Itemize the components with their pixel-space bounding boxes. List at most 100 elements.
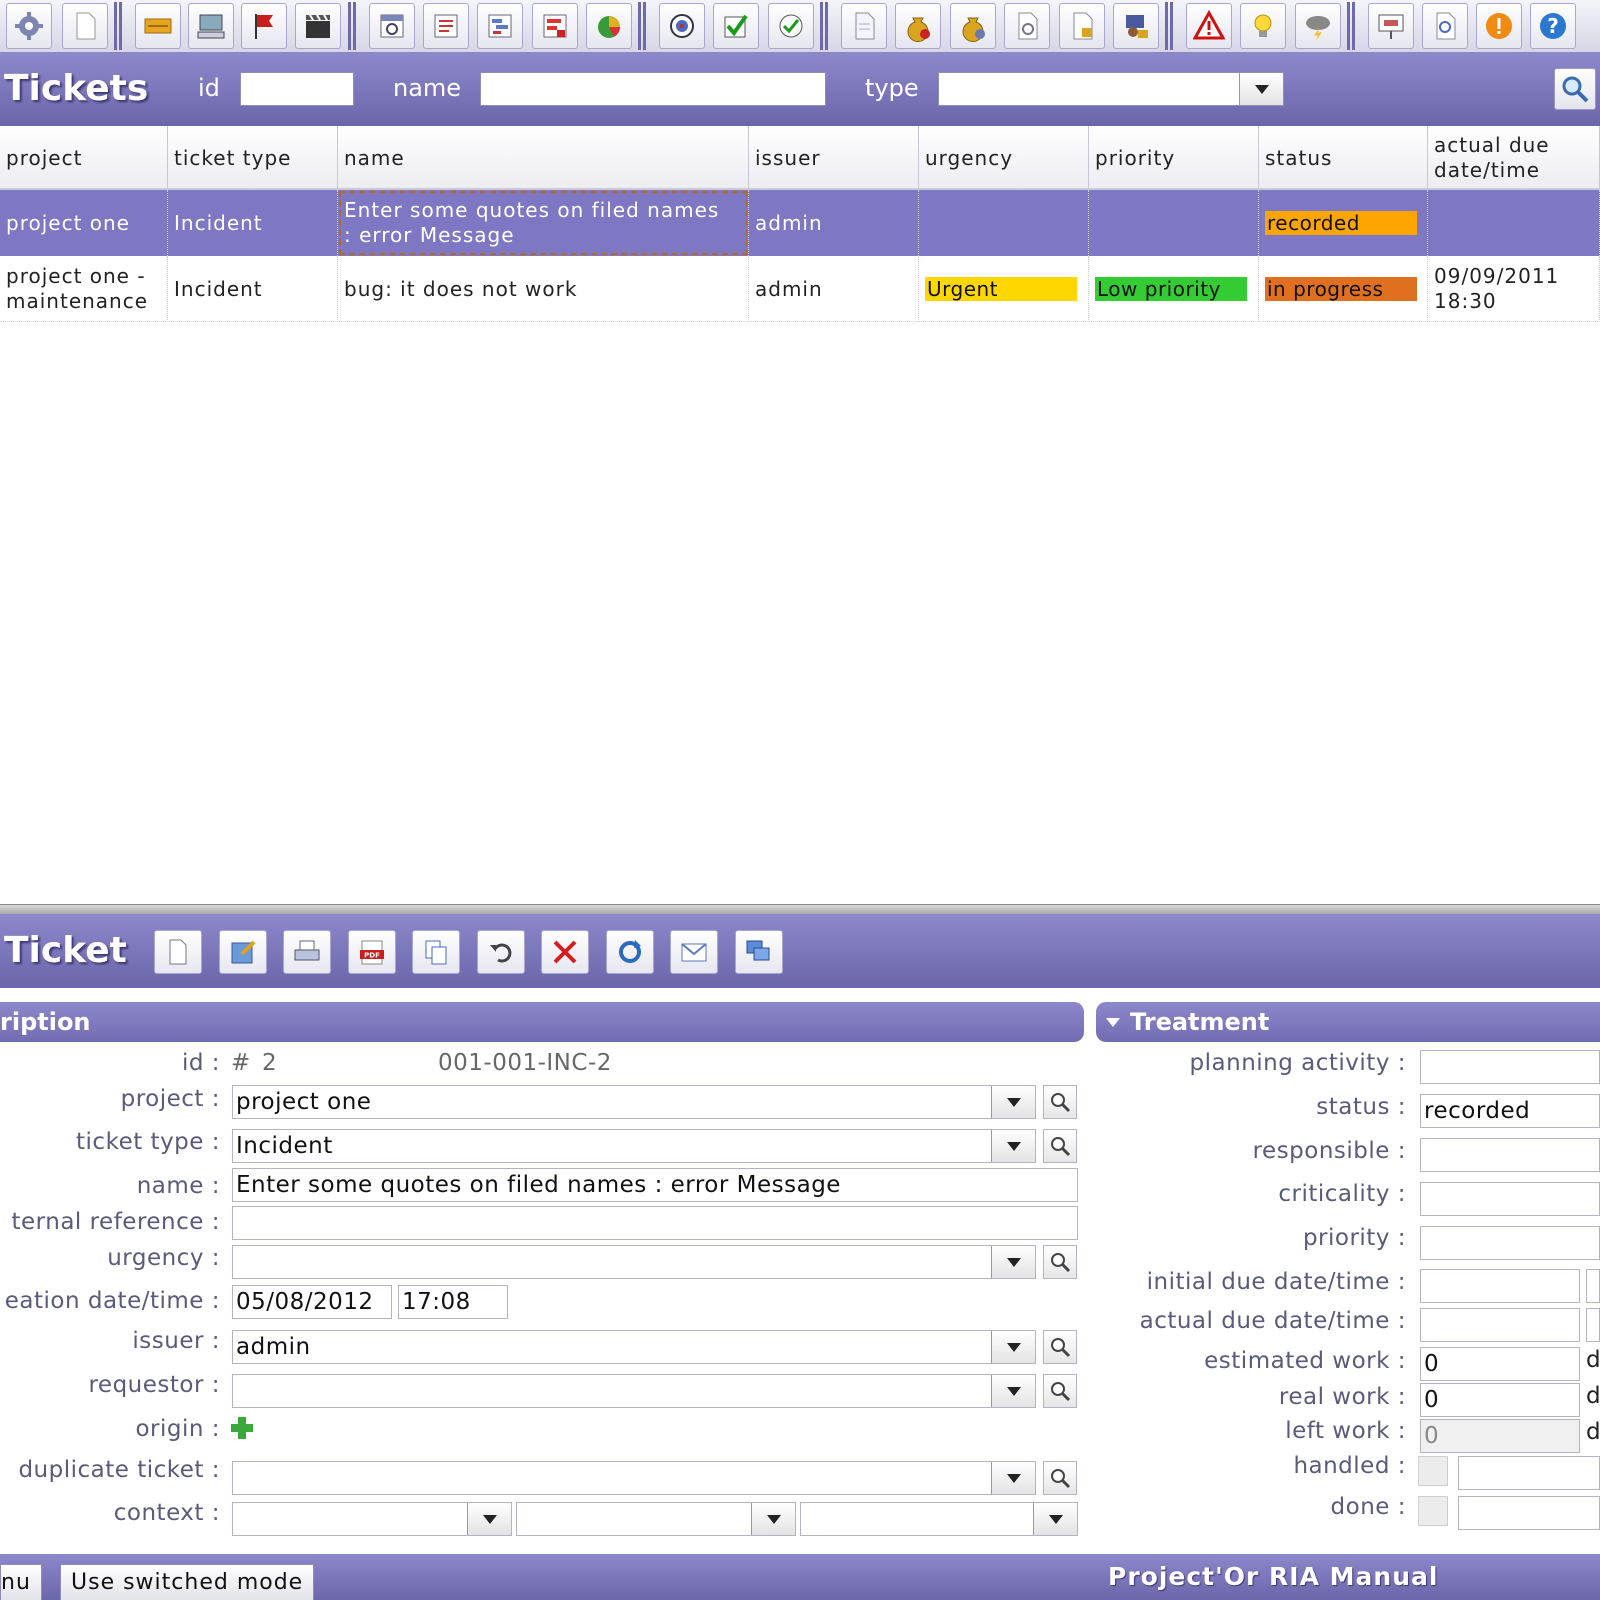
chevron-down-icon[interactable]: [991, 1375, 1035, 1407]
filter-type-select[interactable]: [938, 72, 1284, 106]
filter-id-input[interactable]: [240, 72, 354, 106]
gear-icon[interactable]: [6, 3, 52, 49]
chevron-down-icon[interactable]: [1033, 1503, 1077, 1535]
delete-button[interactable]: [541, 930, 589, 974]
done-date-input[interactable]: [1458, 1496, 1600, 1530]
menu-button[interactable]: nu: [0, 1564, 42, 1600]
multiple-update-button[interactable]: [735, 930, 783, 974]
urgency-select[interactable]: [232, 1245, 1036, 1279]
save-button[interactable]: [219, 930, 267, 974]
new-button[interactable]: [154, 930, 202, 974]
money-bag-icon[interactable]: [895, 3, 941, 49]
estimated-work-input[interactable]: 0: [1420, 1347, 1580, 1381]
document-gear-icon[interactable]: [1004, 3, 1050, 49]
requestor-lookup-button[interactable]: [1043, 1374, 1077, 1408]
review-icon[interactable]: [768, 3, 814, 49]
handled-date-input[interactable]: [1458, 1456, 1600, 1490]
document-search-icon[interactable]: [1422, 3, 1468, 49]
duplicate-ticket-lookup-button[interactable]: [1043, 1461, 1077, 1495]
column-header-ticket-type[interactable]: ticket type: [168, 126, 338, 190]
checklist-icon[interactable]: [423, 3, 469, 49]
copy-button[interactable]: [412, 930, 460, 974]
pie-chart-icon[interactable]: [586, 3, 632, 49]
criticality-select[interactable]: [1420, 1182, 1600, 1216]
chevron-down-icon[interactable]: [991, 1331, 1035, 1363]
issuer-lookup-button[interactable]: [1043, 1330, 1077, 1364]
search-button[interactable]: [1554, 68, 1596, 110]
flag-icon[interactable]: [241, 3, 287, 49]
checkmark-icon[interactable]: [713, 3, 759, 49]
print-button[interactable]: [283, 930, 331, 974]
column-header-status[interactable]: status: [1259, 126, 1428, 190]
column-header-priority[interactable]: priority: [1089, 126, 1259, 190]
responsible-select[interactable]: [1420, 1138, 1600, 1172]
calendar-icon[interactable]: [369, 3, 415, 49]
chevron-down-icon[interactable]: [991, 1246, 1035, 1278]
undo-button[interactable]: [477, 930, 525, 974]
chevron-down-icon[interactable]: [991, 1130, 1035, 1162]
column-header-urgency[interactable]: urgency: [919, 126, 1089, 190]
computer-icon[interactable]: [188, 3, 234, 49]
target-icon[interactable]: [659, 3, 705, 49]
actual-due-time-input[interactable]: [1586, 1308, 1600, 1342]
warning-icon[interactable]: [1186, 3, 1232, 49]
ticket-type-lookup-button[interactable]: [1043, 1129, 1077, 1163]
context-select-2[interactable]: [516, 1502, 796, 1536]
chevron-down-icon[interactable]: [467, 1503, 511, 1535]
initial-due-time-input[interactable]: [1586, 1269, 1600, 1303]
external-reference-input[interactable]: [232, 1206, 1078, 1240]
handled-checkbox[interactable]: [1418, 1456, 1448, 1486]
context-select-3[interactable]: [800, 1502, 1078, 1536]
user-lock-icon[interactable]: [1113, 3, 1159, 49]
table-row[interactable]: project one - maintenance Incident bug: …: [0, 256, 1600, 322]
requestor-select[interactable]: [232, 1374, 1036, 1408]
alert-icon[interactable]: [1476, 3, 1522, 49]
urgency-lookup-button[interactable]: [1043, 1245, 1077, 1279]
actual-due-date-input[interactable]: [1420, 1308, 1580, 1342]
chevron-down-icon[interactable]: [751, 1503, 795, 1535]
money-gear-icon[interactable]: [950, 3, 996, 49]
real-work-input[interactable]: 0: [1420, 1383, 1580, 1417]
done-checkbox[interactable]: [1418, 1496, 1448, 1526]
issuer-select[interactable]: admin: [232, 1330, 1036, 1364]
creation-time-input[interactable]: 17:08: [398, 1285, 508, 1319]
split-handle[interactable]: [0, 904, 1600, 914]
report-icon[interactable]: [532, 3, 578, 49]
chevron-down-icon[interactable]: [991, 1462, 1035, 1494]
status-select[interactable]: recorded: [1420, 1094, 1600, 1128]
planning-activity-select[interactable]: [1420, 1050, 1600, 1084]
email-button[interactable]: [670, 930, 718, 974]
project-lookup-button[interactable]: [1043, 1085, 1077, 1119]
presentation-icon[interactable]: [1368, 3, 1414, 49]
project-select[interactable]: project one: [232, 1085, 1036, 1119]
new-document-icon[interactable]: [62, 3, 108, 49]
ticket-type-select[interactable]: Incident: [232, 1129, 1036, 1163]
table-row[interactable]: project one Incident Enter some quotes o…: [0, 190, 1600, 256]
column-header-name[interactable]: name: [338, 126, 749, 190]
storm-icon[interactable]: [1295, 3, 1341, 49]
refresh-button[interactable]: [606, 930, 654, 974]
gantt-icon[interactable]: [477, 3, 523, 49]
add-origin-icon[interactable]: [229, 1415, 255, 1441]
context-select-1[interactable]: [232, 1502, 512, 1536]
chevron-down-icon[interactable]: [1239, 73, 1283, 105]
initial-due-date-input[interactable]: [1420, 1269, 1580, 1303]
document-lock-icon[interactable]: [1059, 3, 1105, 49]
creation-date-input[interactable]: 05/08/2012: [232, 1285, 392, 1319]
duplicate-ticket-select[interactable]: [232, 1461, 1036, 1495]
name-input[interactable]: Enter some quotes on filed names : error…: [232, 1168, 1078, 1202]
description-section-header[interactable]: ription: [0, 1002, 1084, 1042]
column-header-issuer[interactable]: issuer: [749, 126, 919, 190]
lightbulb-icon[interactable]: [1240, 3, 1286, 49]
ticket-icon[interactable]: [135, 3, 181, 49]
page-icon[interactable]: [841, 3, 887, 49]
treatment-section-header[interactable]: Treatment: [1096, 1002, 1600, 1042]
pdf-button[interactable]: PDF: [348, 930, 396, 974]
treatment-priority-select[interactable]: [1420, 1226, 1600, 1260]
clapperboard-icon[interactable]: [295, 3, 341, 49]
column-header-actual-due[interactable]: actual due date/time: [1428, 126, 1600, 190]
filter-name-input[interactable]: [480, 72, 826, 106]
column-header-project[interactable]: project: [0, 126, 168, 190]
switched-mode-button[interactable]: Use switched mode: [60, 1564, 315, 1600]
help-icon[interactable]: ?: [1530, 3, 1576, 49]
